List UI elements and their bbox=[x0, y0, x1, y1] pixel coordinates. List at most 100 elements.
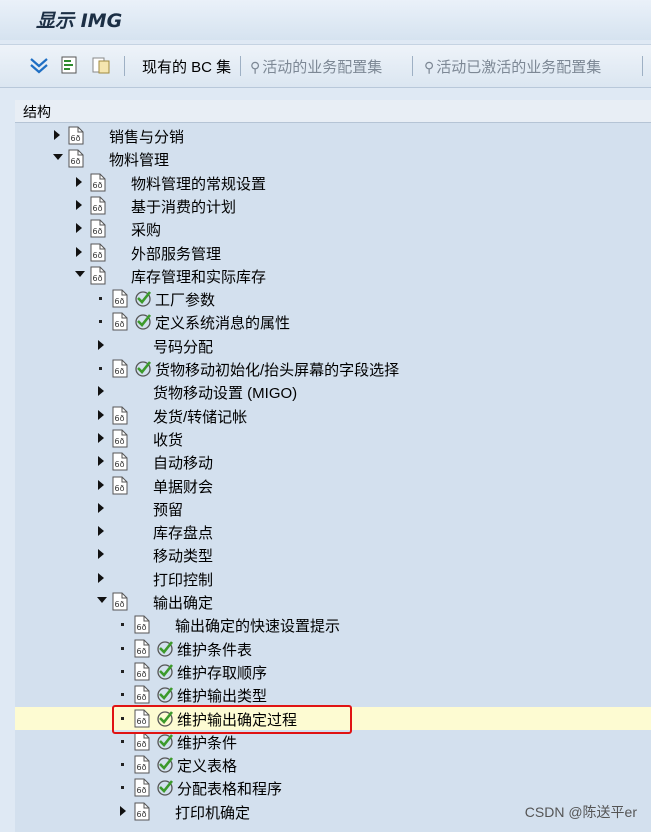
tree-node-label[interactable]: 维护存取顺序 bbox=[177, 662, 267, 683]
tree-node[interactable]: 6ð 维护条件表 bbox=[15, 637, 651, 660]
execute-icon[interactable] bbox=[58, 54, 80, 76]
expand-arrow-icon[interactable] bbox=[96, 339, 106, 351]
tree-node-label[interactable]: 定义系统消息的属性 bbox=[155, 312, 290, 333]
current-bc-set-button[interactable]: 现有的 BC 集 bbox=[142, 56, 231, 77]
execute-activity-icon[interactable] bbox=[155, 732, 175, 751]
documentation-icon[interactable]: 6ð bbox=[133, 662, 151, 681]
tree-node-label[interactable]: 收货 bbox=[153, 429, 183, 450]
tree-node[interactable]: 6ð 发货/转储记帐 bbox=[15, 404, 651, 427]
tree-node[interactable]: 6ð 维护存取顺序 bbox=[15, 660, 651, 683]
documentation-icon[interactable]: 6ð bbox=[89, 219, 107, 238]
documentation-icon[interactable]: 6ð bbox=[111, 289, 129, 308]
tree-node-label[interactable]: 维护条件 bbox=[177, 732, 237, 753]
tree-node[interactable]: 6ð 货物移动初始化/抬头屏幕的字段选择 bbox=[15, 357, 651, 380]
documentation-icon[interactable]: 6ð bbox=[67, 149, 85, 168]
execute-activity-icon[interactable] bbox=[155, 662, 175, 681]
tree-node-label[interactable]: 定义表格 bbox=[177, 755, 237, 776]
tree-node-label[interactable]: 货物移动初始化/抬头屏幕的字段选择 bbox=[155, 359, 399, 380]
tree-node-label[interactable]: 输出确定的快速设置提示 bbox=[175, 615, 340, 636]
tree-node[interactable]: 6ð 外部服务管理 bbox=[15, 241, 651, 264]
documentation-icon[interactable]: 6ð bbox=[133, 802, 151, 821]
expand-arrow-icon[interactable] bbox=[74, 199, 84, 211]
tree-node-label[interactable]: 物料管理 bbox=[109, 149, 169, 170]
execute-activity-icon[interactable] bbox=[155, 639, 175, 658]
tree-node[interactable]: 号码分配 bbox=[15, 334, 651, 357]
tree-node-label[interactable]: 打印控制 bbox=[153, 569, 213, 590]
tree-node-label[interactable]: 维护输出类型 bbox=[177, 685, 267, 706]
execute-activity-icon[interactable] bbox=[133, 289, 153, 308]
documentation-icon[interactable]: 6ð bbox=[111, 406, 129, 425]
tree-node-label[interactable]: 分配表格和程序 bbox=[177, 778, 282, 799]
where-used-icon[interactable] bbox=[90, 54, 112, 76]
tree-node-label[interactable]: 物料管理的常规设置 bbox=[131, 173, 266, 194]
tree-node[interactable]: 6ð 维护输出类型 bbox=[15, 683, 651, 706]
collapse-arrow-icon[interactable] bbox=[96, 595, 107, 607]
tree-node[interactable]: 6ð 库存管理和实际库存 bbox=[15, 264, 651, 287]
expand-arrow-icon[interactable] bbox=[96, 479, 106, 491]
expand-arrow-icon[interactable] bbox=[96, 455, 106, 467]
expand-arrow-icon[interactable] bbox=[118, 805, 128, 817]
documentation-icon[interactable]: 6ð bbox=[67, 126, 85, 145]
tree-node[interactable]: 6ð 输出确定的快速设置提示 bbox=[15, 613, 651, 636]
execute-activity-icon[interactable] bbox=[155, 778, 175, 797]
tree-node-label[interactable]: 移动类型 bbox=[153, 545, 213, 566]
tree-node-label[interactable]: 外部服务管理 bbox=[131, 243, 221, 264]
execute-activity-icon[interactable] bbox=[155, 755, 175, 774]
active-bc-sets-button[interactable]: ⚲ 活动的业务配置集 bbox=[250, 56, 382, 77]
documentation-icon[interactable]: 6ð bbox=[89, 173, 107, 192]
activated-bc-sets-button[interactable]: ⚲ 活动已激活的业务配置集 bbox=[424, 56, 601, 77]
expand-arrow-icon[interactable] bbox=[96, 572, 106, 584]
documentation-icon[interactable]: 6ð bbox=[111, 359, 129, 378]
execute-activity-icon[interactable] bbox=[155, 685, 175, 704]
tree-node-label[interactable]: 预留 bbox=[153, 499, 183, 520]
tree-node-label[interactable]: 单据财会 bbox=[153, 476, 213, 497]
tree-node[interactable]: 6ð 输出确定 bbox=[15, 590, 651, 613]
expand-arrow-icon[interactable] bbox=[96, 432, 106, 444]
tree-node-label[interactable]: 打印机确定 bbox=[175, 802, 250, 823]
tree-node-label[interactable]: 基于消费的计划 bbox=[131, 196, 236, 217]
expand-arrow-icon[interactable] bbox=[74, 222, 84, 234]
collapse-arrow-icon[interactable] bbox=[74, 269, 85, 281]
documentation-icon[interactable]: 6ð bbox=[111, 592, 129, 611]
tree-node[interactable]: 6ð 自动移动 bbox=[15, 450, 651, 473]
documentation-icon[interactable]: 6ð bbox=[111, 476, 129, 495]
expand-arrow-icon[interactable] bbox=[96, 525, 106, 537]
tree-node-label[interactable]: 库存盘点 bbox=[153, 522, 213, 543]
documentation-icon[interactable]: 6ð bbox=[133, 615, 151, 634]
documentation-icon[interactable]: 6ð bbox=[133, 685, 151, 704]
expand-arrow-icon[interactable] bbox=[96, 548, 106, 560]
documentation-icon[interactable]: 6ð bbox=[133, 639, 151, 658]
tree-node-label[interactable]: 维护条件表 bbox=[177, 639, 252, 660]
tree-node[interactable]: 6ð 工厂参数 bbox=[15, 287, 651, 310]
expand-arrow-icon[interactable] bbox=[96, 409, 106, 421]
tree-node[interactable]: 6ð 物料管理 bbox=[15, 147, 651, 170]
documentation-icon[interactable]: 6ð bbox=[133, 755, 151, 774]
documentation-icon[interactable]: 6ð bbox=[111, 312, 129, 331]
documentation-icon[interactable]: 6ð bbox=[89, 243, 107, 262]
documentation-icon[interactable]: 6ð bbox=[111, 452, 129, 471]
documentation-icon[interactable]: 6ð bbox=[111, 429, 129, 448]
documentation-icon[interactable]: 6ð bbox=[133, 778, 151, 797]
tree-node-label[interactable]: 自动移动 bbox=[153, 452, 213, 473]
tree-node[interactable]: 打印控制 bbox=[15, 567, 651, 590]
expand-arrow-icon[interactable] bbox=[74, 246, 84, 258]
tree-node[interactable]: 移动类型 bbox=[15, 543, 651, 566]
tree-node-label[interactable]: 采购 bbox=[131, 219, 161, 240]
expand-arrow-icon[interactable] bbox=[74, 176, 84, 188]
documentation-icon[interactable]: 6ð bbox=[89, 196, 107, 215]
tree-node[interactable]: 6ð 物料管理的常规设置 bbox=[15, 171, 651, 194]
tree-node[interactable]: 6ð 单据财会 bbox=[15, 474, 651, 497]
expand-arrow-icon[interactable] bbox=[52, 129, 62, 141]
documentation-icon[interactable]: 6ð bbox=[89, 266, 107, 285]
execute-activity-icon[interactable] bbox=[133, 359, 153, 378]
tree-node[interactable]: 预留 bbox=[15, 497, 651, 520]
documentation-icon[interactable]: 6ð bbox=[133, 732, 151, 751]
tree-node-label[interactable]: 发货/转储记帐 bbox=[153, 406, 247, 427]
tree-node[interactable]: 货物移动设置 (MIGO) bbox=[15, 380, 651, 403]
tree-node[interactable]: 6ð 基于消费的计划 bbox=[15, 194, 651, 217]
tree-node-label[interactable]: 库存管理和实际库存 bbox=[131, 266, 266, 287]
expand-icon[interactable] bbox=[28, 54, 50, 76]
collapse-arrow-icon[interactable] bbox=[52, 152, 63, 164]
tree-node[interactable]: 6ð 收货 bbox=[15, 427, 651, 450]
tree-node[interactable]: 6ð 定义表格 bbox=[15, 753, 651, 776]
